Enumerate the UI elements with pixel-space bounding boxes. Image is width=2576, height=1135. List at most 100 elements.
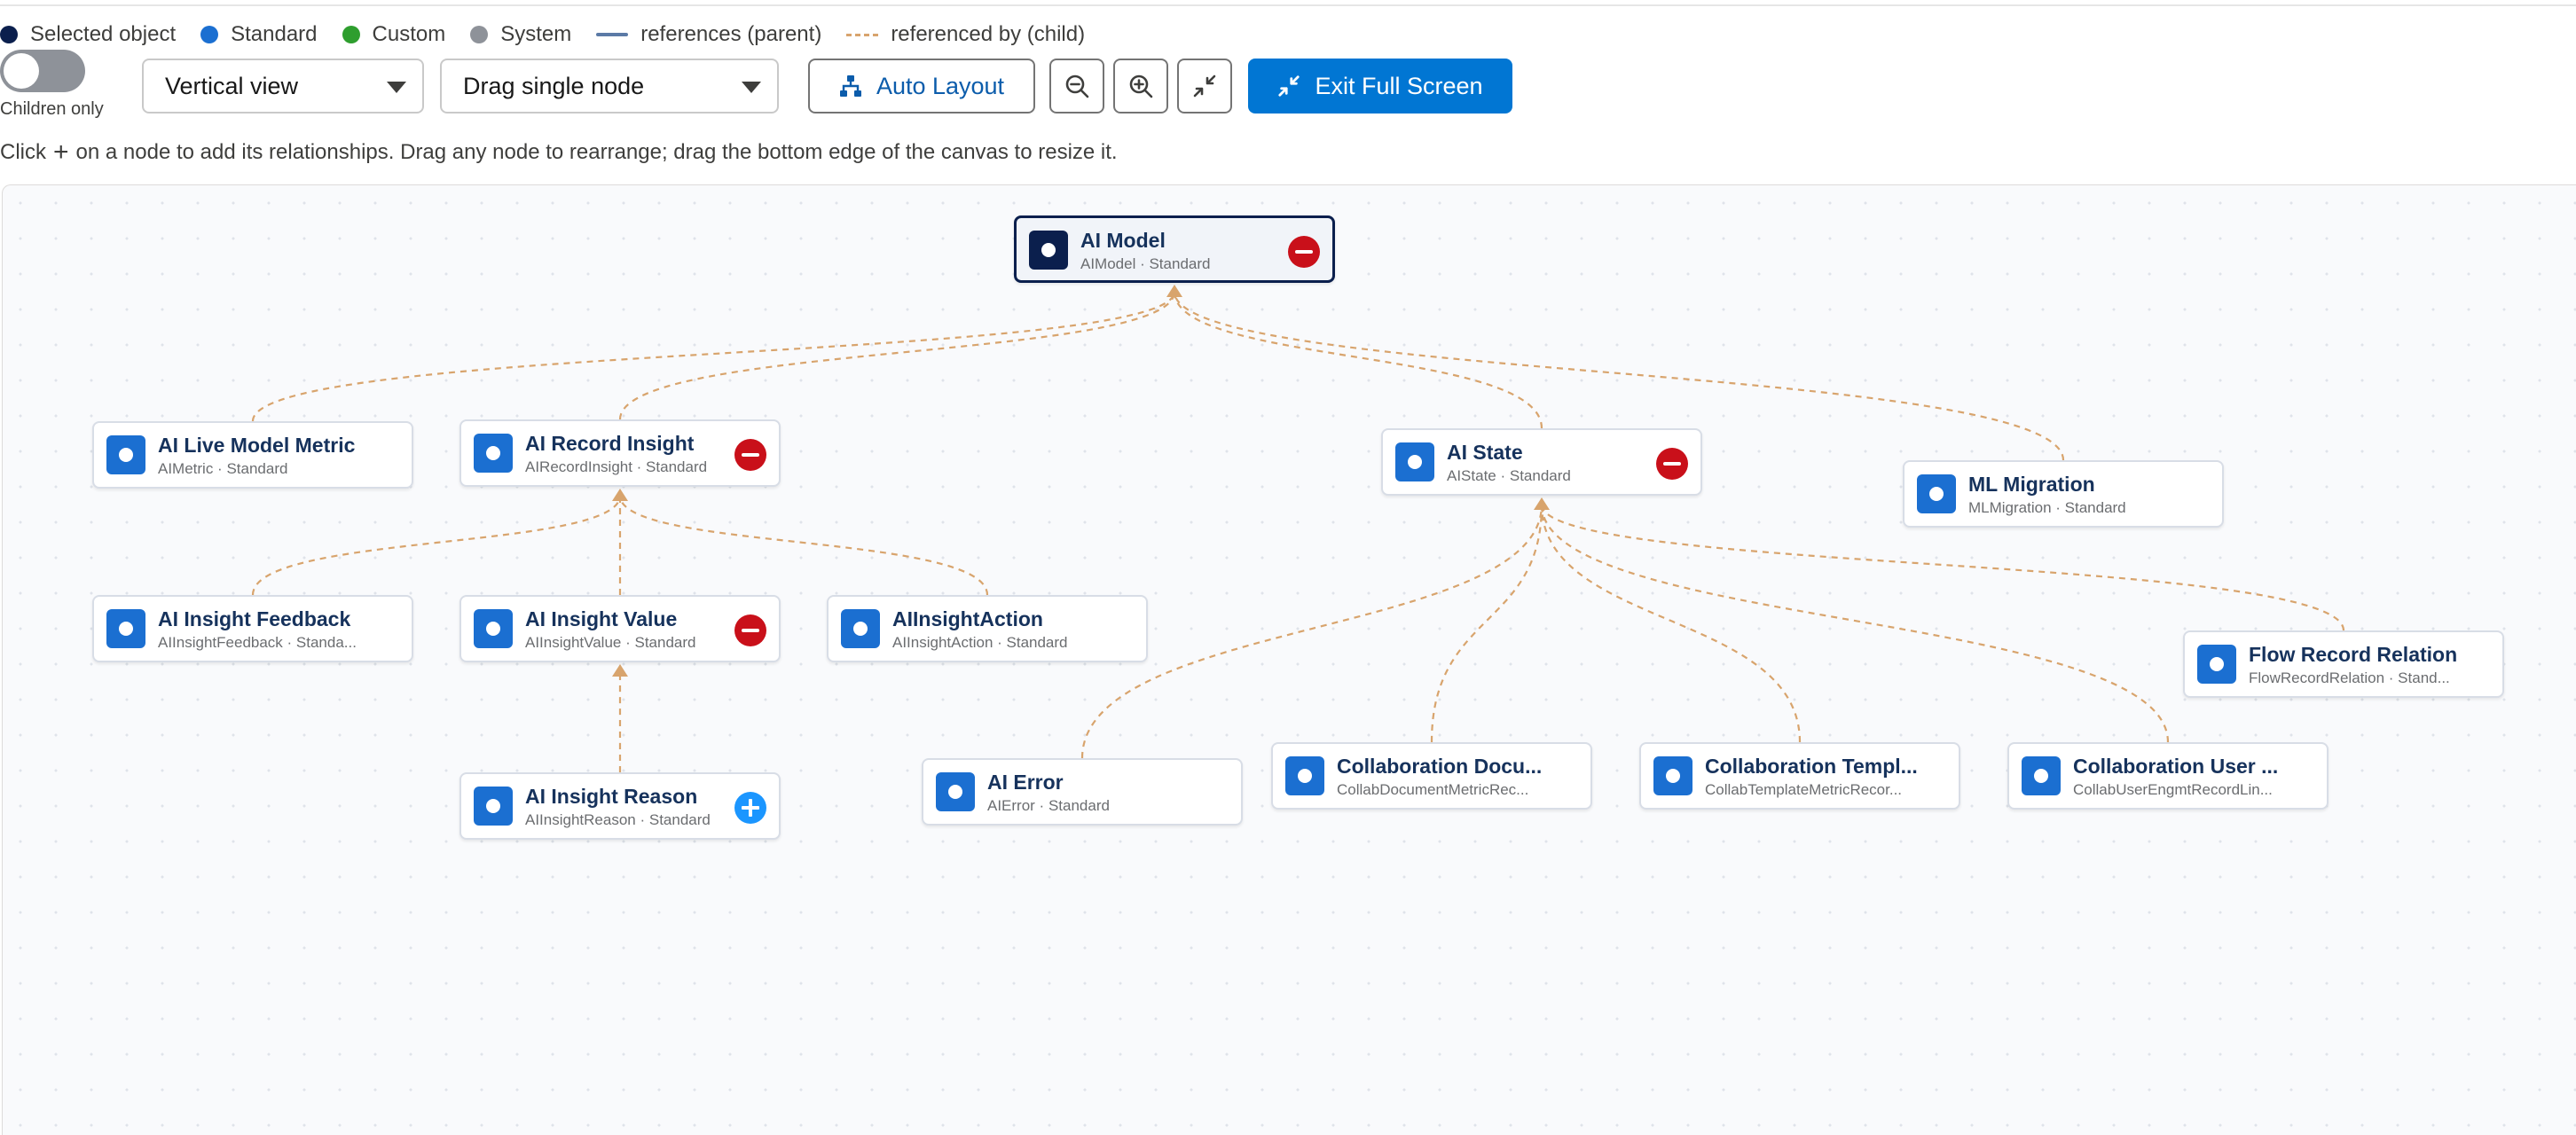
object-icon: [936, 772, 975, 811]
object-icon-dot: [119, 448, 133, 462]
node-subtitle: AIModel · Standard: [1080, 255, 1211, 272]
arrowhead-ai-model: [1166, 285, 1182, 297]
remove-relationships-button[interactable]: [734, 439, 766, 471]
node-title: Collaboration Docu...: [1337, 755, 1543, 778]
object-icon: [1029, 231, 1068, 270]
zoom-in-button[interactable]: [1113, 59, 1168, 114]
legend-system-label: System: [500, 22, 572, 46]
node-ai-model[interactable]: AI Model AIModel · Standard: [1014, 215, 1335, 283]
object-icon-dot: [1298, 769, 1312, 783]
remove-relationships-button[interactable]: [1288, 236, 1320, 268]
exit-full-screen-button[interactable]: Exit Full Screen: [1248, 59, 1512, 114]
dashed-line-icon: [846, 33, 879, 36]
object-icon: [841, 609, 880, 648]
object-icon: [106, 609, 145, 648]
node-title: AI State: [1447, 441, 1523, 464]
object-icon-dot: [486, 799, 500, 813]
node-title: ML Migration: [1968, 473, 2095, 496]
legend-system: System: [470, 22, 571, 47]
node-collab-document[interactable]: Collaboration Docu... CollabDocumentMetri…: [1271, 742, 1592, 810]
node-collab-template[interactable]: Collaboration Templ... CollabTemplateMetr…: [1639, 742, 1960, 810]
minus-icon: [1663, 462, 1681, 466]
node-ai-insight-feedback[interactable]: AI Insight Feedback AIInsightFeedback · S…: [92, 595, 413, 662]
node-subtitle: CollabDocumentMetricRec...: [1337, 781, 1529, 798]
object-icon: [2022, 756, 2061, 795]
legend-standard: Standard: [200, 22, 318, 47]
legend-referenced-by-label: referenced by (child): [891, 22, 1086, 46]
edge-collab-user-to-ai-state: [1540, 504, 2170, 743]
fit-view-button[interactable]: [1177, 59, 1232, 114]
node-ml-migration[interactable]: ML Migration MLMigration · Standard: [1903, 460, 2224, 528]
node-title: Collaboration User ...: [2073, 755, 2279, 778]
node-title: AI Insight Feedback: [158, 607, 351, 630]
legend-references-label: references (parent): [640, 22, 822, 46]
graph-canvas[interactable]: AI Model AIModel · Standard AI Live Model …: [2, 184, 2576, 1135]
node-ai-insight-reason[interactable]: AI Insight Reason AIInsightReason · Stand…: [459, 772, 781, 840]
object-icon-dot: [2034, 769, 2048, 783]
toggle-knob: [4, 53, 39, 89]
custom-dot-icon: [342, 26, 360, 43]
auto-layout-button[interactable]: Auto Layout: [808, 59, 1035, 114]
node-title: AI Model: [1080, 229, 1166, 252]
object-icon: [1917, 474, 1956, 513]
plus-icon: +: [53, 137, 69, 167]
exit-full-screen-icon: [1278, 75, 1300, 97]
zoom-out-button[interactable]: [1049, 59, 1104, 114]
children-only-toggle[interactable]: [0, 50, 85, 92]
node-title: Collaboration Templ...: [1705, 755, 1918, 778]
view-select-value: Vertical view: [165, 72, 299, 99]
plus-icon: [742, 799, 759, 817]
node-subtitle: AIMetric · Standard: [158, 460, 288, 477]
node-ai-record-insight[interactable]: AI Record Insight AIRecordInsight · Stand…: [459, 419, 781, 487]
node-ai-live-model-metric[interactable]: AI Live Model Metric AIMetric · Standard: [92, 421, 413, 489]
object-icon-dot: [853, 622, 868, 636]
legend-custom: Custom: [342, 22, 445, 47]
node-title: AI Insight Value: [525, 607, 678, 630]
add-relationships-button[interactable]: [734, 792, 766, 824]
edge-ai-error-to-ai-state: [1080, 504, 1543, 759]
node-title: Flow Record Relation: [2249, 643, 2458, 666]
node-subtitle: MLMigration · Standard: [1968, 499, 2126, 516]
selected-dot-icon: [0, 26, 18, 43]
object-icon-dot: [119, 622, 133, 636]
object-icon-dot: [1929, 487, 1944, 501]
edge-ai-insight-feedback-to-ai-record-insight: [251, 495, 622, 596]
top-divider: [0, 4, 2576, 6]
remove-relationships-button[interactable]: [734, 614, 766, 646]
node-ai-insight-action[interactable]: AIInsightAction AIInsightAction · Standar…: [827, 595, 1148, 662]
node-ai-insight-value[interactable]: AI Insight Value AIInsightValue · Standar…: [459, 595, 781, 662]
node-subtitle: AIState · Standard: [1447, 467, 1571, 484]
drag-mode-select-value: Drag single node: [463, 72, 645, 99]
node-subtitle: AIError · Standard: [987, 797, 1110, 814]
node-flow-record-relation[interactable]: Flow Record Relation FlowRecordRelation ·…: [2183, 630, 2504, 698]
legend-referenced-by: referenced by (child): [846, 22, 1085, 47]
node-ai-error[interactable]: AI Error AIError · Standard: [922, 758, 1243, 826]
arrowhead-ai-insight-value: [612, 664, 628, 677]
children-only-label: Children only: [0, 99, 104, 119]
standard-dot-icon: [200, 26, 219, 43]
solid-line-icon: [596, 33, 629, 36]
children-only-toggle-group: Children only: [0, 50, 115, 120]
edge-ai-record-insight-to-ai-model: [618, 291, 1176, 420]
node-subtitle: CollabUserEngmtRecordLin...: [2073, 781, 2273, 798]
legend: Selected object Standard Custom System r…: [0, 21, 1110, 48]
hierarchy-icon: [839, 75, 861, 97]
drag-mode-select[interactable]: Drag single node: [440, 59, 779, 114]
remove-relationships-button[interactable]: [1656, 448, 1688, 480]
minus-icon: [742, 629, 759, 632]
object-icon: [106, 435, 145, 474]
node-subtitle: AIInsightAction · Standard: [892, 634, 1068, 651]
node-ai-state[interactable]: AI State AIState · Standard: [1381, 428, 1702, 496]
legend-references: references (parent): [596, 22, 821, 47]
node-subtitle: CollabTemplateMetricRecor...: [1705, 781, 1903, 798]
chevron-down-icon: [387, 82, 406, 93]
arrowhead-ai-record-insight: [612, 489, 628, 501]
node-subtitle: FlowRecordRelation · Stand...: [2249, 669, 2450, 686]
view-select[interactable]: Vertical view: [142, 59, 424, 114]
object-icon-dot: [2210, 657, 2224, 671]
object-icon-dot: [1408, 455, 1422, 469]
node-subtitle: AIInsightReason · Standard: [525, 811, 711, 828]
node-subtitle: AIInsightValue · Standard: [525, 634, 696, 651]
node-collab-user[interactable]: Collaboration User ... CollabUserEngmtRec…: [2007, 742, 2329, 810]
legend-selected-label: Selected object: [30, 22, 177, 46]
